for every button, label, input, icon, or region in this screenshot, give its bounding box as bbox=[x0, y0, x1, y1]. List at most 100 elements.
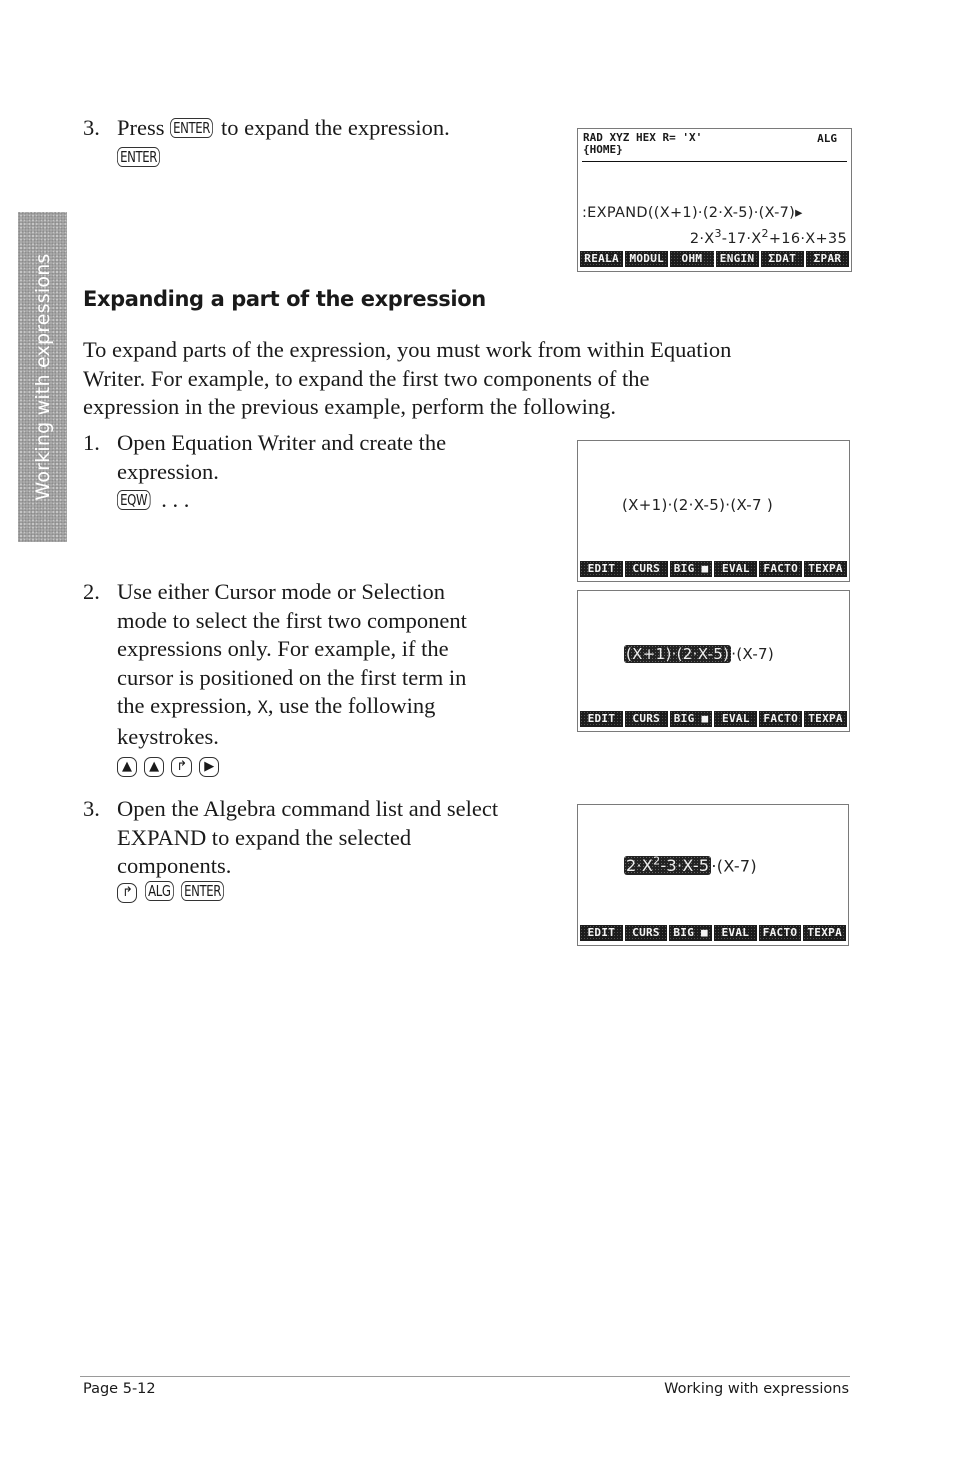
keystroke-row: EQW . . . bbox=[117, 486, 553, 515]
command-line: :EXPAND((X+1)·(2·X-5)·(X-7)▸ bbox=[582, 205, 803, 221]
right-arrow-key: ▶ bbox=[199, 757, 219, 777]
step-text-before: Press bbox=[117, 115, 165, 140]
intro-line: Writer. For example, to expand the first… bbox=[83, 365, 650, 391]
softkey-eval[interactable]: EVAL bbox=[714, 561, 758, 577]
chapter-title: Working with expressions bbox=[664, 1381, 849, 1397]
step-number: 1. bbox=[83, 430, 100, 455]
enter-key: ENTER bbox=[170, 118, 214, 138]
up-arrow-key: ▲ bbox=[117, 757, 137, 777]
softkey-edit[interactable]: EDIT bbox=[580, 561, 623, 577]
expanded-term: 2·X bbox=[626, 856, 654, 876]
enter-key: ENTER bbox=[181, 880, 225, 901]
step-line: Use either Cursor mode or Selection bbox=[117, 579, 446, 604]
enter-key: ENTER bbox=[117, 146, 161, 167]
softkey-menu: EDIT CURS BIG ■ EVAL FACTO TEXPA bbox=[580, 561, 847, 577]
status-mode-alg: ALG bbox=[817, 132, 837, 145]
softkey-big[interactable]: BIG ■ bbox=[669, 711, 713, 727]
softkey-curs[interactable]: CURS bbox=[624, 711, 668, 727]
softkey-menu: EDIT CURS BIG ■ EVAL FACTO TEXPA bbox=[580, 711, 847, 727]
softkey-curs[interactable]: CURS bbox=[624, 561, 668, 577]
keystroke-row: ENTER bbox=[117, 143, 543, 172]
status-path: {HOME} bbox=[583, 143, 623, 156]
step-3: 3. Open the Algebra command list and sel… bbox=[83, 795, 563, 905]
softkey-spar[interactable]: ΣPAR bbox=[805, 251, 850, 267]
unselected-subexpression: ·(X-7) bbox=[731, 645, 775, 663]
softkey-facto[interactable]: FACTO bbox=[758, 925, 802, 941]
calculator-screen-partial-expand: 2·X2-3·X-5 ·(X-7) EDIT CURS BIG ■ EVAL FA… bbox=[577, 804, 849, 946]
eqw-key: EQW bbox=[117, 490, 151, 510]
softkey-sdat[interactable]: ΣDAT bbox=[760, 251, 804, 267]
step-text-after: to expand the expression. bbox=[221, 115, 450, 140]
softkey-edit[interactable]: EDIT bbox=[580, 925, 623, 941]
intro-line: expression in the previous example, perf… bbox=[83, 394, 616, 419]
result-term: -17·X bbox=[721, 230, 762, 247]
softkey-edit[interactable]: EDIT bbox=[580, 711, 623, 727]
step-number: 2. bbox=[83, 579, 100, 604]
section-intro: To expand parts of the expression, you m… bbox=[83, 336, 863, 422]
right-shift-key: ↱ bbox=[117, 882, 138, 903]
calculator-screen-expand-result: RAD XYZ HEX R= 'X' {HOME} ALG :EXPAND((X… bbox=[577, 128, 852, 272]
step-line: mode to select the first two component bbox=[117, 607, 467, 633]
softkey-ohm[interactable]: OHM bbox=[670, 251, 714, 267]
section-heading: Expanding a part of the expression bbox=[83, 287, 486, 311]
calculator-screen-selection: (X+1)·(2·X-5) ·(X-7) EDIT CURS BIG ■ EVAL… bbox=[577, 590, 850, 732]
calculator-screen-equation-writer: (X+1)·(2·X-5)·(X-7 ) EDIT CURS BIG ■ EVA… bbox=[577, 440, 850, 582]
expression: 2·X2-3·X-5 ·(X-7) bbox=[624, 855, 757, 876]
softkey-menu: REALA MODUL OHM ENGIN ΣDAT ΣPAR bbox=[580, 251, 850, 267]
step-number: 3. bbox=[83, 796, 100, 821]
chapter-side-tab-label: Working with expressions bbox=[31, 253, 54, 501]
softkey-facto[interactable]: FACTO bbox=[759, 711, 803, 727]
result-term: 2·X bbox=[689, 230, 715, 247]
expression: (X+1)·(2·X-5)·(X-7 ) bbox=[622, 496, 774, 514]
step-line: keystrokes. bbox=[117, 723, 219, 749]
ellipsis: . . . bbox=[161, 487, 190, 512]
keystroke-row: ↱ ALG ENTER bbox=[117, 877, 563, 906]
unselected-subexpression: ·(X-7) bbox=[711, 856, 757, 876]
softkey-big[interactable]: BIG ■ bbox=[669, 925, 713, 941]
step-line: expression. bbox=[117, 458, 219, 484]
step-line: expressions only. For example, if the bbox=[117, 636, 449, 661]
step-line: EXPAND to expand the selected bbox=[117, 824, 412, 850]
step-line: Open Equation Writer and create the bbox=[117, 430, 447, 455]
footer-divider bbox=[80, 1376, 850, 1377]
softkey-texpa[interactable]: TEXPA bbox=[803, 925, 847, 941]
softkey-big[interactable]: BIG ■ bbox=[669, 561, 713, 577]
result-exponent: 2 bbox=[761, 227, 769, 240]
softkey-modul[interactable]: MODUL bbox=[625, 251, 669, 267]
page-number: Page 5-12 bbox=[83, 1381, 156, 1397]
softkey-engin[interactable]: ENGIN bbox=[715, 251, 759, 267]
expression: (X+1)·(2·X-5) ·(X-7) bbox=[624, 645, 774, 663]
status-line: RAD XYZ HEX R= 'X' {HOME} bbox=[583, 132, 702, 156]
selected-subexpression: (X+1)·(2·X-5) bbox=[624, 645, 732, 663]
step-text: , use the following bbox=[267, 693, 436, 718]
softkey-facto[interactable]: FACTO bbox=[759, 561, 803, 577]
step-line: the expression, X, use the following bbox=[117, 692, 563, 723]
step-number: 3. bbox=[83, 115, 100, 140]
step-2: 2. Use either Cursor mode or Selection m… bbox=[83, 578, 563, 780]
softkey-menu: EDIT CURS BIG ■ EVAL FACTO TEXPA bbox=[580, 925, 847, 941]
expanded-subexpression: 2·X2-3·X-5 bbox=[624, 855, 712, 876]
keystroke-row: ▲ ▲ ↱ ▶ bbox=[117, 751, 563, 780]
chapter-side-tab: Working with expressions bbox=[18, 212, 67, 542]
intro-step: 3. Press ENTER to expand the expression.… bbox=[83, 114, 543, 171]
intro-line: To expand parts of the expression, you m… bbox=[83, 337, 732, 362]
variable-x: X bbox=[257, 698, 268, 718]
step-1: 1. Open Equation Writer and create the e… bbox=[83, 429, 553, 515]
result-line: 2·X3-17·X2+16·X+35 bbox=[690, 227, 847, 247]
status-divider bbox=[582, 161, 847, 162]
step-line: Open the Algebra command list and select bbox=[117, 796, 499, 821]
right-shift-key: ↱ bbox=[171, 757, 192, 777]
up-arrow-key: ▲ bbox=[144, 757, 164, 777]
result-exponent: 3 bbox=[714, 227, 722, 240]
softkey-texpa[interactable]: TEXPA bbox=[804, 711, 847, 727]
softkey-reala[interactable]: REALA bbox=[580, 251, 624, 267]
softkey-eval[interactable]: EVAL bbox=[714, 925, 757, 941]
result-term: +16·X+35 bbox=[768, 230, 847, 247]
softkey-eval[interactable]: EVAL bbox=[714, 711, 758, 727]
softkey-curs[interactable]: CURS bbox=[624, 925, 668, 941]
expanded-term: -3·X-5 bbox=[660, 856, 710, 876]
softkey-texpa[interactable]: TEXPA bbox=[804, 561, 847, 577]
alg-key: ALG bbox=[145, 880, 174, 901]
step-line: cursor is positioned on the first term i… bbox=[117, 664, 467, 690]
step-text: the expression, bbox=[117, 693, 252, 718]
